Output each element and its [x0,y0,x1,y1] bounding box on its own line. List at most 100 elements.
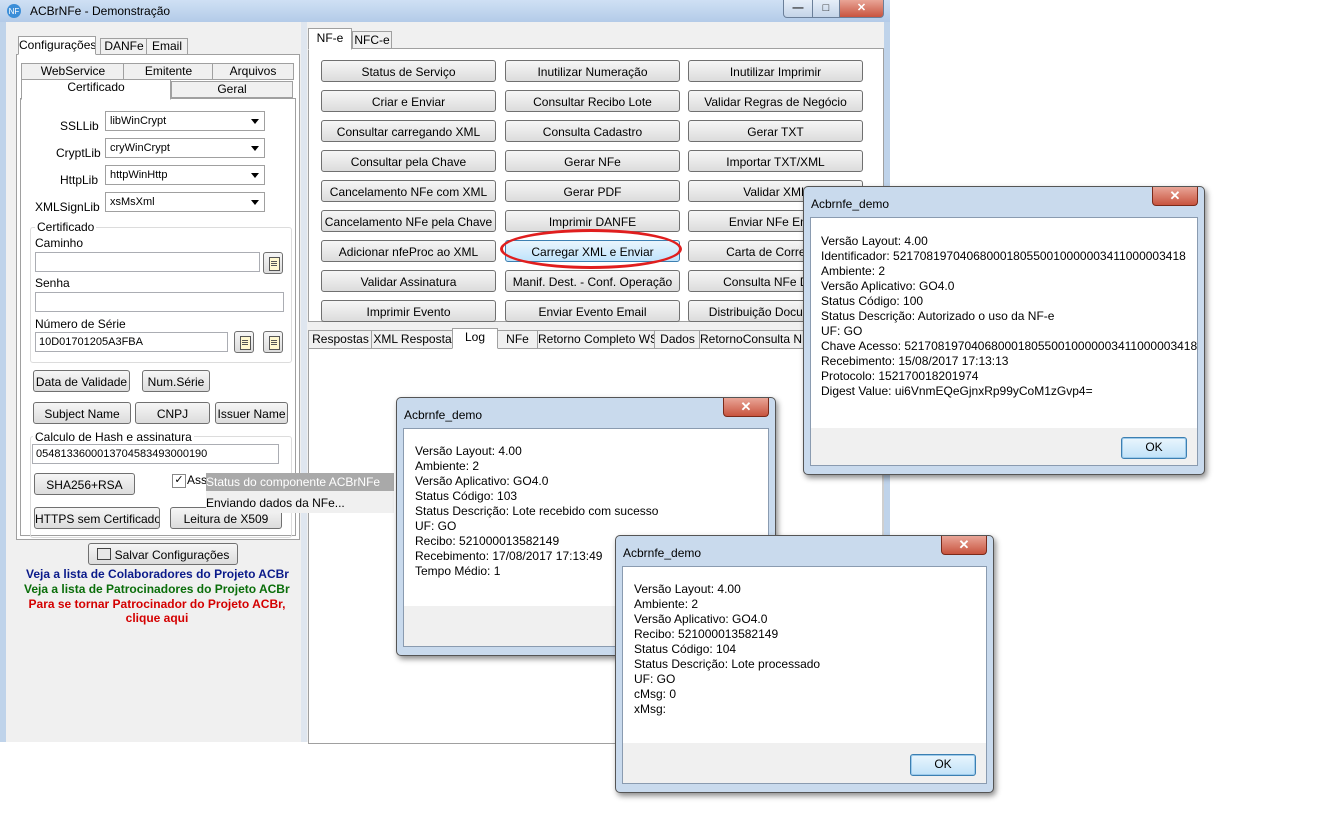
browse-caminho-button[interactable] [263,252,283,274]
httplib-select[interactable]: httpWinHttp [105,165,265,185]
salvar-label: Salvar Configurações [114,548,230,562]
inutilizar-numeracao-button[interactable]: Inutilizar Numeração [505,60,680,82]
tab-xml-resposta[interactable]: XML Resposta [371,330,454,349]
tab-respostas[interactable]: Respostas [308,330,373,349]
tab-email[interactable]: Email [146,38,188,55]
minimize-button[interactable]: — [783,0,813,18]
chevron-down-icon [251,173,259,178]
patrocinadores-link[interactable]: Veja a lista de Patrocinadores do Projet… [24,582,290,596]
hash-group-label: Calculo de Hash e assinatura [33,430,194,444]
cnpj-button[interactable]: CNPJ [135,402,210,424]
gerar-pdf-button[interactable]: Gerar PDF [505,180,680,202]
subtab-arquivos[interactable]: Arquivos [212,63,294,80]
gerar-nfe-button[interactable]: Gerar NFe [505,150,680,172]
patrocinar-link-line1[interactable]: Para se tornar Patrocinador do Projeto A… [16,597,298,611]
subtab-certificado[interactable]: Certificado [21,79,171,100]
assinar-checkbox[interactable]: ✓ [172,474,186,488]
inutilizar-imprimir-button[interactable]: Inutilizar Imprimir [688,60,863,82]
tab-nfe[interactable]: NF-e [308,28,352,50]
message-line: Protocolo: 152170018201974 [821,369,979,383]
colaboradores-link[interactable]: Veja a lista de Colaboradores do Projeto… [26,567,289,581]
cancelamento-nfe-com-xml-button[interactable]: Cancelamento NFe com XML [321,180,496,202]
message-line: cMsg: 0 [634,687,677,701]
message-line: Recebimento: 15/08/2017 17:13:13 [821,354,1009,368]
select-serie-file-button[interactable] [263,331,283,353]
numero-serie-field[interactable]: 10D01701205A3FBA [35,332,228,352]
svg-text:NF: NF [9,7,20,16]
patrocinar-link-line2[interactable]: clique aqui [16,611,298,625]
message-line: UF: GO [415,519,457,533]
dialog-lote-processado: Acbrnfe_demo ✕ Versão Layout: 4.00 Ambien… [615,535,994,793]
cancelamento-nfe-pela-chave-button[interactable]: Cancelamento NFe pela Chave [321,210,496,232]
validar-regras-de-negocio-button[interactable]: Validar Regras de Negócio [688,90,863,112]
close-button[interactable]: ✕ [839,0,884,18]
data-validade-button[interactable]: Data de Validade [33,370,130,392]
ok-button[interactable]: OK [1121,437,1187,459]
enviar-evento-email-button[interactable]: Enviar Evento Email [505,300,680,322]
importar-txt-xml-button[interactable]: Importar TXT/XML [688,150,863,172]
cryptlib-value: cryWinCrypt [110,142,170,154]
maximize-button[interactable]: □ [812,0,840,18]
subtab-webservice[interactable]: WebService [21,63,125,80]
check-icon: ✓ [174,474,184,486]
tab-nfe[interactable]: NFe [496,330,539,349]
highlight-ellipse [500,229,682,269]
hash-field[interactable]: 0548133600013704583493000190 [32,444,279,464]
salvar-configuracoes-button[interactable]: Salvar Configurações [88,543,238,565]
subject-name-button[interactable]: Subject Name [33,402,131,424]
gerar-txt-button[interactable]: Gerar TXT [688,120,863,142]
status-de-servico-button[interactable]: Status de Serviço [321,60,496,82]
adicionar-nfeproc-ao-xml-button[interactable]: Adicionar nfeProc ao XML [321,240,496,262]
message-line: Versão Layout: 4.00 [634,582,741,596]
message-line: Versão Aplicativo: GO4.0 [634,612,768,626]
httplib-label: HttpLib [60,173,99,187]
tab-retornoconsulta-nfe[interactable]: RetornoConsulta NFe [699,330,809,349]
message-line: Versão Layout: 4.00 [821,234,928,248]
xmlsignlib-select[interactable]: xsMsXml [105,192,265,212]
dialog-close-button[interactable]: ✕ [723,398,769,417]
https-sem-certificado-button[interactable]: HTTPS sem Certificado [34,507,160,529]
message-line: Status Descrição: Lote recebido com suce… [415,504,659,518]
subtab-emitente[interactable]: Emitente [123,63,214,80]
status-popup-text: Enviando dados da NFe... [206,496,345,510]
issuer-name-button[interactable]: Issuer Name [215,402,288,424]
splitter[interactable] [301,22,307,742]
consultar-pela-chave-button[interactable]: Consultar pela Chave [321,150,496,172]
imprimir-evento-button[interactable]: Imprimir Evento [321,300,496,322]
tab-nfce[interactable]: NFC-e [352,31,392,49]
certificado-group-label: Certificado [35,220,97,234]
select-serie-button[interactable] [234,331,254,353]
tab-configuracoes[interactable]: Configurações [18,36,96,55]
message-line: Status Descrição: Lote processado [634,657,821,671]
message-line: xMsg: [634,702,667,716]
dialog-close-button[interactable]: ✕ [941,536,987,555]
subtab-geral[interactable]: Geral [171,81,293,98]
message-line: Versão Layout: 4.00 [415,444,522,458]
consulta-cadastro-button[interactable]: Consulta Cadastro [505,120,680,142]
caminho-field[interactable] [35,252,260,272]
senha-field[interactable] [35,292,284,312]
num-serie-button[interactable]: Num.Série [142,370,210,392]
chevron-down-icon [251,200,259,205]
message-line: UF: GO [634,672,676,686]
manif-dest-conf-operacao-button[interactable]: Manif. Dest. - Conf. Operação [505,270,680,292]
ok-button[interactable]: OK [910,754,976,776]
dialog-close-button[interactable]: ✕ [1152,187,1198,206]
consultar-recibo-lote-button[interactable]: Consultar Recibo Lote [505,90,680,112]
sha256-rsa-button[interactable]: SHA256+RSA [34,473,135,495]
ssllib-select[interactable]: libWinCrypt [105,111,265,131]
message-line: Status Código: 103 [415,489,518,503]
ssllib-label: SSLLib [60,119,99,133]
tab-danfe[interactable]: DANFe [100,38,148,55]
ssllib-value: libWinCrypt [110,115,167,127]
cryptlib-select[interactable]: cryWinCrypt [105,138,265,158]
message-line: Recibo: 521000013582149 [634,627,779,641]
criar-e-enviar-button[interactable]: Criar e Enviar [321,90,496,112]
consultar-carregando-xml-button[interactable]: Consultar carregando XML [321,120,496,142]
validar-assinatura-button[interactable]: Validar Assinatura [321,270,496,292]
cryptlib-label: CryptLib [56,146,101,160]
tab-dados[interactable]: Dados [654,330,701,349]
tab-retorno-completo-ws[interactable]: Retorno Completo WS [537,330,656,349]
tab-log[interactable]: Log [452,328,498,349]
message-line: Status Código: 104 [634,642,737,656]
